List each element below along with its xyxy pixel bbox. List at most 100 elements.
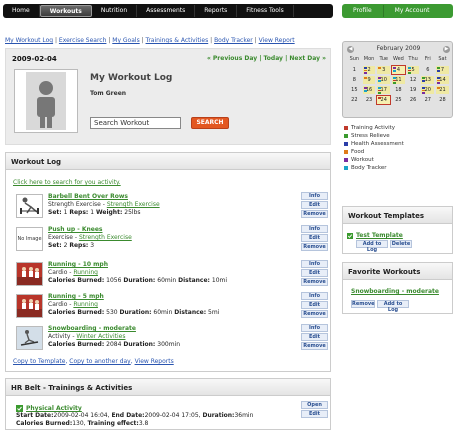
calendar-day[interactable]: 4 (391, 65, 406, 75)
search-button[interactable]: SEARCH (191, 117, 229, 129)
stat-value: 2009-02-04 16:04 (53, 412, 108, 419)
copy-to-template-link[interactable]: Copy to Template (13, 358, 65, 365)
entry-title[interactable]: Push up - Knees (48, 226, 102, 233)
calendar-day[interactable]: 20 (420, 85, 436, 95)
entry-category-link[interactable]: Running (73, 301, 98, 308)
calendar-day[interactable]: 7 (435, 65, 450, 75)
calendar-day[interactable]: 25 (391, 95, 406, 105)
calendar-day-number: 3 (382, 67, 386, 73)
remove-button[interactable]: Remove (301, 278, 328, 286)
tab-fitness-tools[interactable]: Fitness Tools (237, 5, 294, 17)
link-my-goals[interactable]: My Goals (112, 37, 139, 44)
delete-button[interactable]: Delete (390, 240, 412, 248)
stat-label: Duration: (123, 277, 156, 284)
hr-activity-title[interactable]: Physical Activity (26, 405, 82, 412)
calendar-day[interactable]: 10 (376, 75, 392, 85)
next-month-icon[interactable]: ▶ (443, 46, 450, 53)
calendar-day[interactable]: 19 (405, 85, 421, 95)
tab-workouts[interactable]: Workouts (39, 5, 92, 17)
tab-assessments[interactable]: Assessments (137, 5, 196, 17)
entry-title[interactable]: Running - 10 mph (48, 261, 108, 268)
activity-markers (363, 87, 367, 94)
entry-title[interactable]: Barbell Bent Over Rows (48, 193, 128, 200)
add-to-log-button[interactable]: Add to Log (356, 240, 388, 253)
activity-marker (363, 77, 367, 79)
edit-button[interactable]: Edit (301, 201, 328, 209)
info-button[interactable]: Info (301, 192, 328, 200)
legend-item: Body Tracker (344, 164, 454, 172)
calendar-day[interactable]: 26 (405, 95, 421, 105)
edit-button[interactable]: Edit (301, 301, 328, 309)
entry-title[interactable]: Running - 5 mph (48, 293, 104, 300)
add-to-log-button[interactable]: Add to Log (377, 300, 409, 313)
calendar-day[interactable]: 22 (347, 95, 362, 105)
favorite-title-link[interactable]: Snowboarding - moderate (351, 288, 439, 295)
calendar-day[interactable]: 15 (347, 85, 362, 95)
calendar-day[interactable]: 17 (376, 85, 392, 95)
template-title-link[interactable]: Test Template (356, 232, 403, 239)
edit-button[interactable]: Edit (301, 333, 328, 341)
calendar-day[interactable]: 5 (405, 65, 421, 75)
workout-entry: Running - 5 mph Cardio - Running Calorie… (14, 292, 328, 320)
calendar-day[interactable]: 28 (435, 95, 450, 105)
remove-button[interactable]: Remove (301, 342, 328, 350)
link-my-workout-log[interactable]: My Workout Log (5, 37, 53, 44)
calendar-day[interactable]: 21 (435, 85, 450, 95)
tab-home[interactable]: Home (3, 5, 40, 17)
favorite-workouts-panel: Favorite Workouts Snowboarding - moderat… (342, 262, 453, 314)
activity-marker (393, 79, 397, 82)
info-button[interactable]: Info (301, 225, 328, 233)
calendar-day[interactable]: 2 (361, 65, 377, 75)
link-trainings-activities[interactable]: Trainings & Activities (146, 37, 209, 44)
search-workout-input[interactable] (90, 117, 181, 129)
entry-category-link[interactable]: Strength Exercise (79, 234, 132, 241)
edit-button[interactable]: Edit (301, 269, 328, 277)
tab-my-account[interactable]: My Account (384, 5, 441, 17)
link-body-tracker[interactable]: Body Tracker (214, 37, 253, 44)
link-view-report[interactable]: View Report (259, 37, 295, 44)
edit-button[interactable]: Edit (301, 234, 328, 242)
calendar-day[interactable]: 18 (391, 85, 406, 95)
calendar-day[interactable]: 23 (361, 95, 377, 105)
tab-reports[interactable]: Reports (195, 5, 238, 17)
link-exercise-search[interactable]: Exercise Search (59, 37, 107, 44)
open-button[interactable]: Open (301, 401, 328, 409)
calendar-day[interactable]: 1 (347, 65, 362, 75)
entry-category-link[interactable]: Winter Activities (76, 333, 125, 340)
next-day-link[interactable]: Next Day » (289, 55, 326, 62)
copy-to-another-day-link[interactable]: Copy to another day (69, 358, 130, 365)
info-button[interactable]: Info (301, 260, 328, 268)
calendar-day[interactable]: 6 (420, 65, 436, 75)
calendar-day[interactable]: 11 (391, 75, 406, 85)
tab-profile[interactable]: Profile (342, 5, 384, 17)
activity-marker (407, 72, 411, 75)
entry-category-link[interactable]: Strength Exercise (107, 201, 160, 208)
calendar-day[interactable]: 12 (405, 75, 421, 85)
calendar-day[interactable]: 13 (420, 75, 436, 85)
remove-button[interactable]: Remove (301, 210, 328, 218)
activity-marker (363, 87, 367, 89)
search-activity-link[interactable]: Click here to search for you activity. (13, 179, 121, 186)
previous-month-icon[interactable]: ◀ (347, 46, 354, 53)
calendar-day[interactable]: 16 (361, 85, 377, 95)
calendar-day[interactable]: 27 (420, 95, 436, 105)
remove-button[interactable]: Remove (301, 310, 328, 318)
previous-day-link[interactable]: « Previous Day (207, 55, 257, 62)
today-link[interactable]: Today (263, 55, 283, 62)
calendar-day[interactable]: 8 (347, 75, 362, 85)
remove-button[interactable]: Remove (351, 300, 375, 308)
calendar-day[interactable]: 14 (435, 75, 450, 85)
calendar-day-number: 11 (395, 77, 402, 83)
calendar-day[interactable]: 9 (361, 75, 377, 85)
tab-nutrition[interactable]: Nutrition (92, 5, 138, 17)
info-button[interactable]: Info (301, 324, 328, 332)
info-button[interactable]: Info (301, 292, 328, 300)
calendar-day[interactable]: 24 (376, 95, 392, 105)
entry-category-link[interactable]: Running (73, 269, 98, 276)
calendar-day[interactable]: 3 (376, 65, 392, 75)
entry-title[interactable]: Snowboarding - moderate (48, 325, 136, 332)
edit-button[interactable]: Edit (301, 410, 328, 418)
calendar-day-number: 26 (409, 97, 417, 103)
view-reports-link[interactable]: View Reports (135, 358, 174, 365)
remove-button[interactable]: Remove (301, 243, 328, 251)
